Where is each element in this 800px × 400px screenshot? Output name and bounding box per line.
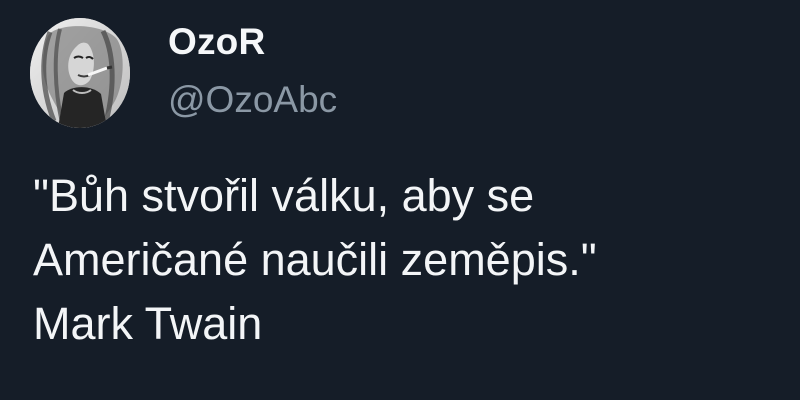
tweet-text-line-2: Američané naučili zeměpis." xyxy=(33,234,597,285)
tweet-text: "Bůh stvořil válku, aby se Američané nau… xyxy=(33,164,783,356)
tweet-card: OzoR @OzoAbc "Bůh stvořil válku, aby se … xyxy=(0,0,800,400)
tweet-text-line-3: Mark Twain xyxy=(33,298,263,349)
tweet-header: OzoR @OzoAbc xyxy=(168,20,337,122)
tweet-text-line-1: "Bůh stvořil válku, aby se xyxy=(33,170,535,221)
avatar[interactable] xyxy=(30,18,130,128)
profile-photo-icon xyxy=(30,18,130,128)
author-display-name[interactable]: OzoR xyxy=(168,20,337,64)
author-handle[interactable]: @OzoAbc xyxy=(168,78,337,122)
